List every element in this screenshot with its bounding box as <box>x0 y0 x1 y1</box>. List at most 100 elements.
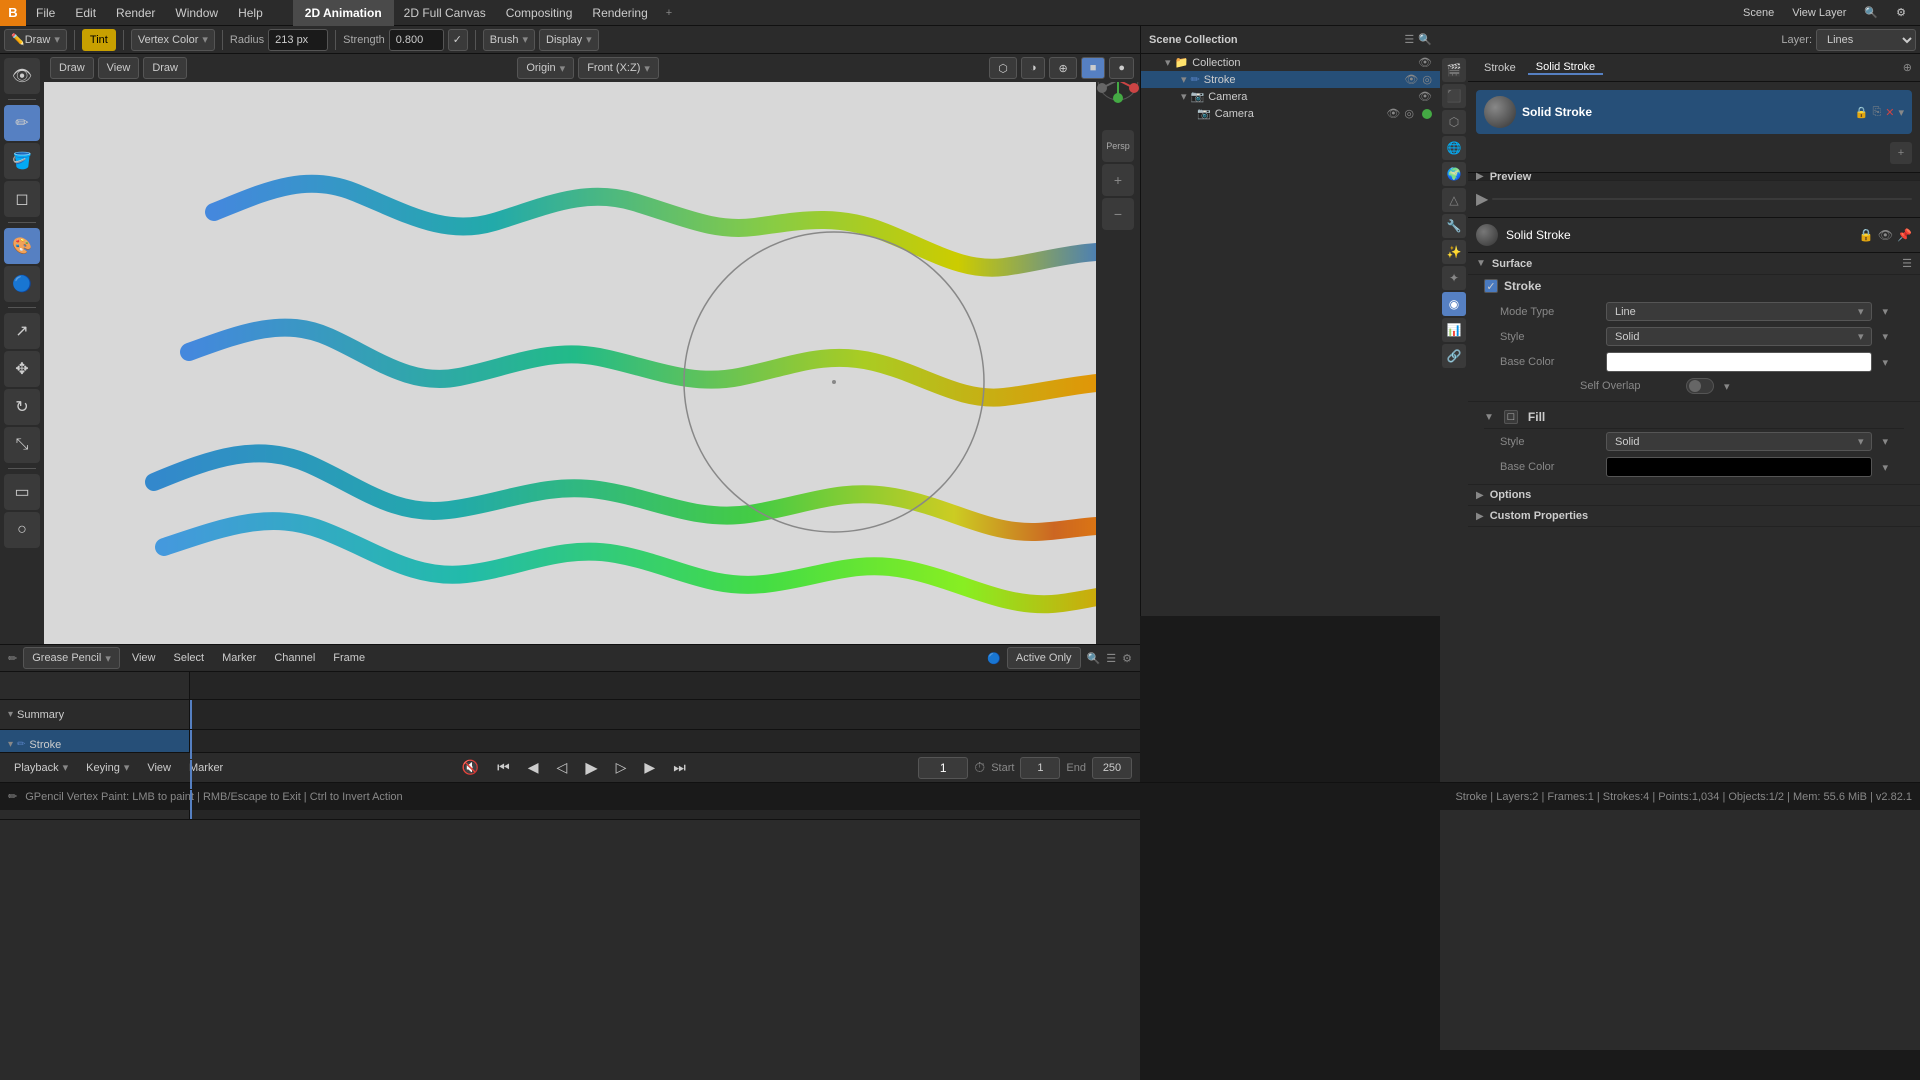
mode-selector[interactable]: ✏️ Draw ▾ <box>4 29 67 51</box>
render-tab[interactable]: 🎬 <box>1442 58 1466 82</box>
mode-type-arrow[interactable]: ▾ <box>1882 305 1888 318</box>
stroke-tab[interactable]: Stroke <box>1476 62 1524 74</box>
mat-lock-btn[interactable]: 🔒 <box>1859 228 1874 242</box>
prev-frame-btn[interactable]: ◀ <box>522 757 545 778</box>
stroke-track-expand-icon[interactable]: ▾ <box>8 739 13 750</box>
material-lock-icon[interactable]: 🔒 <box>1855 106 1869 119</box>
workspace-compositing[interactable]: Compositing <box>496 0 583 26</box>
stroke-checkbox[interactable]: ✓ <box>1484 279 1498 293</box>
strength-toggle[interactable]: ✓ <box>448 29 468 51</box>
timeline-cursor-icon[interactable]: 🔵 <box>987 652 1001 665</box>
tint-button[interactable]: Tint <box>82 29 116 51</box>
scale-tool[interactable]: ⤡ <box>4 427 40 463</box>
color-tool[interactable]: 🔵 <box>4 266 40 302</box>
fill-checkbox[interactable]: □ <box>1504 410 1518 424</box>
self-overlap-arrow[interactable]: ▾ <box>1724 380 1730 393</box>
stroke-eye-icon[interactable]: 👁 <box>1404 73 1418 86</box>
camera-eye-icon[interactable]: 👁 <box>1386 107 1400 120</box>
solid-stroke-tab[interactable]: Solid Stroke <box>1528 61 1603 75</box>
scene-tab[interactable]: 🌐 <box>1442 136 1466 160</box>
jump-end-btn[interactable]: ⏭ <box>667 757 692 778</box>
stroke-render-icon[interactable]: ◎ <box>1422 73 1432 86</box>
display-btn[interactable]: Display ▾ <box>539 29 599 51</box>
viewport-render-btn[interactable]: ● <box>1109 57 1134 79</box>
next-frame-btn[interactable]: ▶ <box>638 757 661 778</box>
data-tab[interactable]: 📊 <box>1442 318 1466 342</box>
custom-props-section-header[interactable]: ▶ Custom Properties <box>1468 506 1920 527</box>
grease-pencil-btn[interactable]: Grease Pencil ▾ <box>23 647 120 669</box>
base-color-picker[interactable] <box>1606 352 1872 372</box>
draw-tool[interactable]: ✏ <box>4 105 40 141</box>
viewport-solid-btn[interactable]: ■ <box>1081 57 1106 79</box>
base-color-arrow[interactable]: ▾ <box>1882 356 1888 369</box>
move-tool[interactable]: ✥ <box>4 351 40 387</box>
output-tab[interactable]: ⬛ <box>1442 84 1466 108</box>
start-frame-input[interactable] <box>1020 757 1060 779</box>
circle-tool[interactable]: ○ <box>4 512 40 548</box>
prev-keyframe-btn[interactable]: ◁ <box>551 757 574 778</box>
erase-tool[interactable]: ◻ <box>4 181 40 217</box>
strength-input[interactable] <box>389 29 444 51</box>
fill-base-color-arrow[interactable]: ▾ <box>1882 461 1888 474</box>
playback-menu[interactable]: Playback ▾ <box>8 759 74 776</box>
timeline-options-icon[interactable]: ⚙ <box>1122 652 1132 665</box>
material-tab[interactable]: ◉ <box>1442 292 1466 316</box>
outliner-item-collection[interactable]: ▾ 📁 Collection 👁 <box>1141 54 1440 71</box>
summary-track-content[interactable] <box>190 700 1140 729</box>
layer-dropdown[interactable]: Lines <box>1816 29 1916 51</box>
outliner-search-icon[interactable]: 🔍 <box>1418 33 1432 46</box>
outliner-item-camera[interactable]: 📷 Camera 👁 ◎ <box>1141 105 1440 122</box>
fill-style-dropdown[interactable]: Solid ▾ <box>1606 432 1872 451</box>
collection-eye-icon[interactable]: 👁 <box>1418 56 1432 69</box>
surface-section-header[interactable]: ▼ Surface ☰ <box>1468 253 1920 275</box>
self-overlap-toggle[interactable] <box>1686 378 1714 394</box>
playback-view-menu[interactable]: View <box>141 760 177 776</box>
fill-style-arrow[interactable]: ▾ <box>1882 435 1888 448</box>
current-frame-input[interactable] <box>918 757 968 779</box>
fill-tool[interactable]: 🪣 <box>4 143 40 179</box>
view-layer-selector[interactable]: View Layer <box>1786 7 1852 19</box>
rotate-tool[interactable]: ↻ <box>4 389 40 425</box>
surface-list-icon[interactable]: ☰ <box>1902 257 1912 270</box>
world-tab[interactable]: 🌍 <box>1442 162 1466 186</box>
viewport-view-btn[interactable]: View <box>98 57 140 79</box>
shader-fx-tab[interactable]: ✨ <box>1442 240 1466 264</box>
timeline-filter-icon[interactable]: ☰ <box>1106 652 1116 665</box>
summary-expand-icon[interactable]: ▾ <box>8 709 13 720</box>
menu-help[interactable]: Help <box>228 0 273 26</box>
tint-tool[interactable]: 🎨 <box>4 228 40 264</box>
persp-ortho-btn[interactable]: Persp <box>1102 130 1134 162</box>
fill-base-color-picker[interactable] <box>1606 457 1872 477</box>
view-layer-tab[interactable]: ⬡ <box>1442 110 1466 134</box>
fill-section-header[interactable]: ▼ □ Fill <box>1484 406 1904 429</box>
brush-btn[interactable]: Brush ▾ <box>483 29 535 51</box>
zoom-in-btn[interactable]: + <box>1102 164 1134 196</box>
material-duplicate-icon[interactable]: ⎘ <box>1872 106 1881 119</box>
mat-eye-btn[interactable]: 👁 <box>1878 228 1893 242</box>
end-frame-input[interactable] <box>1092 757 1132 779</box>
camera-tool[interactable]: 👁 <box>4 58 40 94</box>
material-remove-icon[interactable]: ✕ <box>1885 106 1894 119</box>
mode-type-dropdown[interactable]: Line ▾ <box>1606 302 1872 321</box>
add-material-button[interactable]: + <box>1890 142 1912 164</box>
outliner-filter-icon[interactable]: ☰ <box>1404 33 1414 46</box>
vertex-color-btn[interactable]: Vertex Color ▾ <box>131 29 215 51</box>
viewport-xray-btn[interactable]: ⊕ <box>1049 57 1076 79</box>
view-axis-btn[interactable]: Front (X:Z) ▾ <box>578 57 659 79</box>
outliner-item-stroke[interactable]: ▾ ✏ Stroke 👁 ◎ <box>1141 71 1440 88</box>
workspace-2d-animation[interactable]: 2D Animation <box>293 0 394 26</box>
next-keyframe-btn[interactable]: ▷ <box>610 757 633 778</box>
menu-render[interactable]: Render <box>106 0 165 26</box>
modifier-tab[interactable]: 🔧 <box>1442 214 1466 238</box>
timeline-marker-menu[interactable]: Marker <box>216 647 262 669</box>
workspace-2d-full-canvas[interactable]: 2D Full Canvas <box>394 0 496 26</box>
timeline-view-menu[interactable]: View <box>126 647 162 669</box>
viewport-draw-btn[interactable]: Draw <box>143 57 187 79</box>
radius-input[interactable] <box>268 29 328 51</box>
search-icon[interactable]: 🔍 <box>1858 6 1884 19</box>
keying-menu[interactable]: Keying ▾ <box>80 759 135 776</box>
preview-section-header[interactable]: ▶ Preview <box>1468 173 1920 181</box>
style-dropdown[interactable]: Solid ▾ <box>1606 327 1872 346</box>
constraints-tab[interactable]: 🔗 <box>1442 344 1466 368</box>
options-section-header[interactable]: ▶ Options <box>1468 485 1920 506</box>
